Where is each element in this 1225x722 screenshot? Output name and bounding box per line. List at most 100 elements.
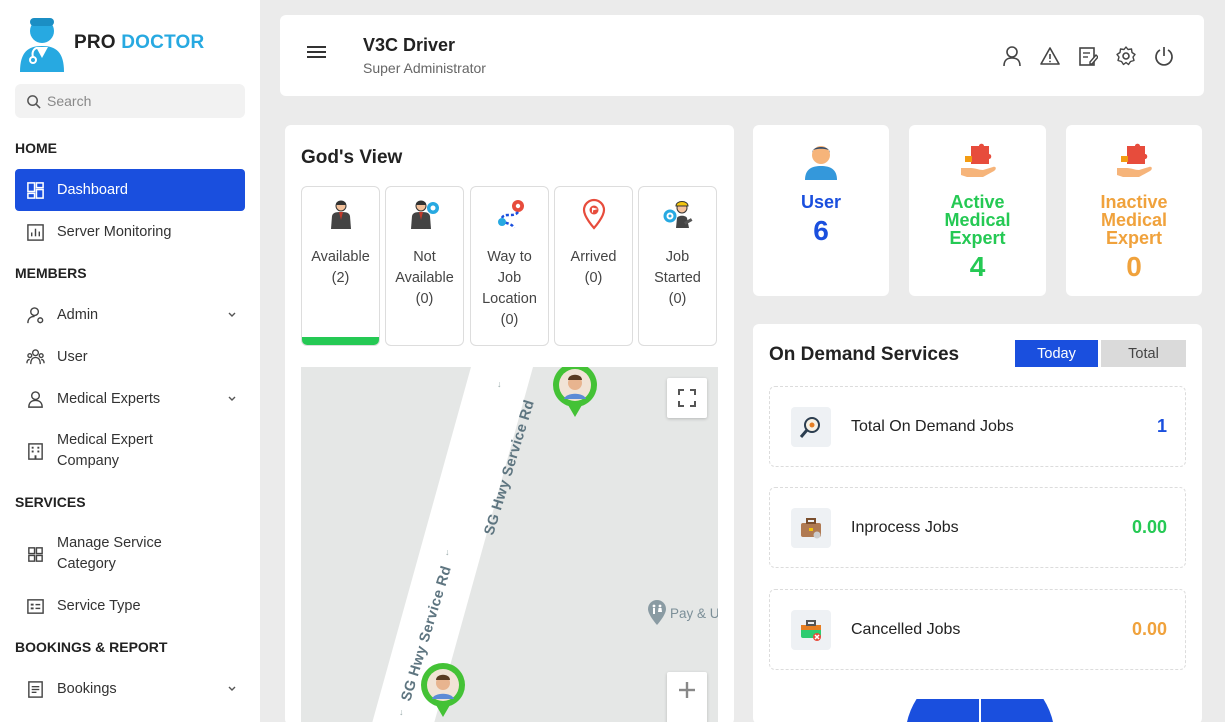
row-label: Total On Demand Jobs <box>851 417 1014 435</box>
driver-marker-1[interactable] <box>550 367 600 419</box>
sidebar-item-bookings[interactable]: Bookings <box>15 678 245 700</box>
menu-toggle-icon[interactable] <box>307 46 327 64</box>
user-avatar-icon <box>805 146 837 180</box>
poi-label: Pay & U <box>670 605 718 621</box>
svg-text:↓: ↓ <box>497 379 502 389</box>
sidebar-item-dashboard[interactable]: Dashboard <box>15 169 245 211</box>
sidebar-item-manage-service-category[interactable]: Manage Service Category <box>15 533 245 575</box>
status-job-started[interactable]: Job Started (0) <box>638 186 717 346</box>
section-home: HOME <box>15 140 57 156</box>
sidebar-item-medical-experts[interactable]: Medical Experts <box>15 388 245 410</box>
status-available[interactable]: Available (2) <box>301 186 380 346</box>
row-inprocess-jobs[interactable]: Inprocess Jobs 0.00 <box>769 487 1186 568</box>
zoom-in-button[interactable] <box>667 672 707 722</box>
list-icon <box>25 596 45 616</box>
stat-label: User <box>800 192 842 212</box>
status-label: Available <box>395 270 454 286</box>
search-icon <box>27 94 41 109</box>
map-poi[interactable]: Pay & U <box>647 600 718 626</box>
on-demand-title: On Demand Services <box>769 344 960 365</box>
chevron-down-icon <box>228 396 236 401</box>
search-input[interactable] <box>47 93 237 109</box>
location-pin-icon <box>582 198 605 230</box>
settings-gear-icon[interactable] <box>1116 45 1136 67</box>
stat-value: 6 <box>813 215 829 246</box>
stat-card-inactive-medical-expert[interactable]: Inactive Medical Expert 0 <box>1066 125 1202 296</box>
row-label: Inprocess Jobs <box>851 518 959 536</box>
sidebar-item-label: User <box>57 349 88 365</box>
fullscreen-button[interactable] <box>667 378 707 418</box>
sidebar-item-medical-expert-company[interactable]: Medical Expert Company <box>15 430 245 472</box>
sidebar-item-label: Bookings <box>57 681 117 697</box>
stat-value: 0 <box>1126 251 1142 282</box>
sidebar-item-server-monitoring[interactable]: Server Monitoring <box>15 221 245 243</box>
stat-label: Expert <box>949 228 1006 248</box>
sidebar-item-service-type[interactable]: Service Type <box>15 595 245 617</box>
person-icon <box>25 389 45 409</box>
stat-label: Expert <box>1105 228 1163 248</box>
restroom-pin-icon <box>648 600 666 625</box>
status-label: Started <box>654 270 701 286</box>
row-value: 0.00 <box>1131 517 1167 537</box>
warning-icon[interactable] <box>1040 45 1060 67</box>
on-demand-services-card: On Demand Services Today Total Total On … <box>753 324 1202 722</box>
row-value: 1 <box>1156 416 1167 436</box>
plus-icon <box>679 682 695 698</box>
tab-today[interactable]: Today <box>1015 340 1098 367</box>
status-way-to-job[interactable]: Way to Job Location (0) <box>470 186 549 346</box>
sidebar-item-label: Manage Service <box>57 535 162 551</box>
status-count: (0) <box>668 291 687 307</box>
status-label: Way to <box>487 249 532 265</box>
grid-icon <box>25 544 45 564</box>
row-value: 0.00 <box>1131 619 1167 639</box>
status-label: Job <box>497 270 522 286</box>
stat-label: Active <box>950 192 1005 212</box>
stat-label: Medical <box>1100 210 1168 230</box>
svg-text:↓: ↓ <box>399 707 404 717</box>
status-not-available[interactable]: Not Available (0) <box>385 186 464 346</box>
chevron-down-icon <box>228 312 236 317</box>
profile-icon[interactable] <box>1002 45 1022 67</box>
search-job-icon <box>791 406 831 447</box>
tab-total[interactable]: Total <box>1101 340 1186 367</box>
status-arrived[interactable]: Arrived (0) <box>554 186 633 346</box>
brand-name: PRO DOCTOR <box>74 32 204 54</box>
stat-value: 4 <box>969 251 986 282</box>
sidebar-item-admin[interactable]: Admin <box>15 304 245 326</box>
driver-settings-icon <box>410 200 439 229</box>
document-icon <box>25 679 45 699</box>
edit-document-icon[interactable] <box>1078 45 1098 67</box>
stat-card-active-medical-expert[interactable]: Active Medical Expert 4 <box>909 125 1046 296</box>
stat-card-user[interactable]: User 6 <box>753 125 889 296</box>
map-view[interactable]: SG Hwy Service Rd SG Hwy Service Rd ↓ ↓ … <box>301 367 718 722</box>
brand-doctor: DOCTOR <box>121 32 205 53</box>
status-label: Job <box>665 249 690 265</box>
logo[interactable]: PRO DOCTOR <box>18 14 204 72</box>
status-label: Location <box>482 291 537 307</box>
fullscreen-icon <box>678 389 696 407</box>
search-box[interactable] <box>15 84 245 118</box>
sidebar: PRO DOCTOR HOME Dashboard Server Monitor… <box>0 0 260 722</box>
puzzle-hand-icon <box>1117 143 1152 177</box>
driver-marker-2[interactable] <box>418 663 468 719</box>
power-icon[interactable] <box>1154 45 1174 67</box>
chart-icon <box>25 222 45 242</box>
sidebar-item-label: Admin <box>57 307 99 323</box>
status-label: Arrived <box>570 249 617 265</box>
driver-available-icon <box>330 200 351 229</box>
user-role: Super Administrator <box>363 60 486 76</box>
sidebar-item-label: Server Monitoring <box>57 224 172 240</box>
row-cancelled-jobs[interactable]: Cancelled Jobs 0.00 <box>769 589 1186 670</box>
section-members: MEMBERS <box>15 265 87 281</box>
section-bookings-report: BOOKINGS & REPORT <box>15 639 168 655</box>
status-count: (0) <box>415 291 434 307</box>
sidebar-item-user[interactable]: User <box>15 346 245 368</box>
user-name: V3C Driver <box>363 35 456 55</box>
brand-pro: PRO <box>74 32 116 53</box>
briefcase-icon <box>791 507 831 548</box>
gods-view-title: God's View <box>301 147 403 168</box>
stat-label: Medical <box>944 210 1011 230</box>
sidebar-item-label: Medical Expert <box>57 432 153 448</box>
row-total-on-demand-jobs[interactable]: Total On Demand Jobs 1 <box>769 386 1186 467</box>
status-count: (2) <box>331 270 350 286</box>
